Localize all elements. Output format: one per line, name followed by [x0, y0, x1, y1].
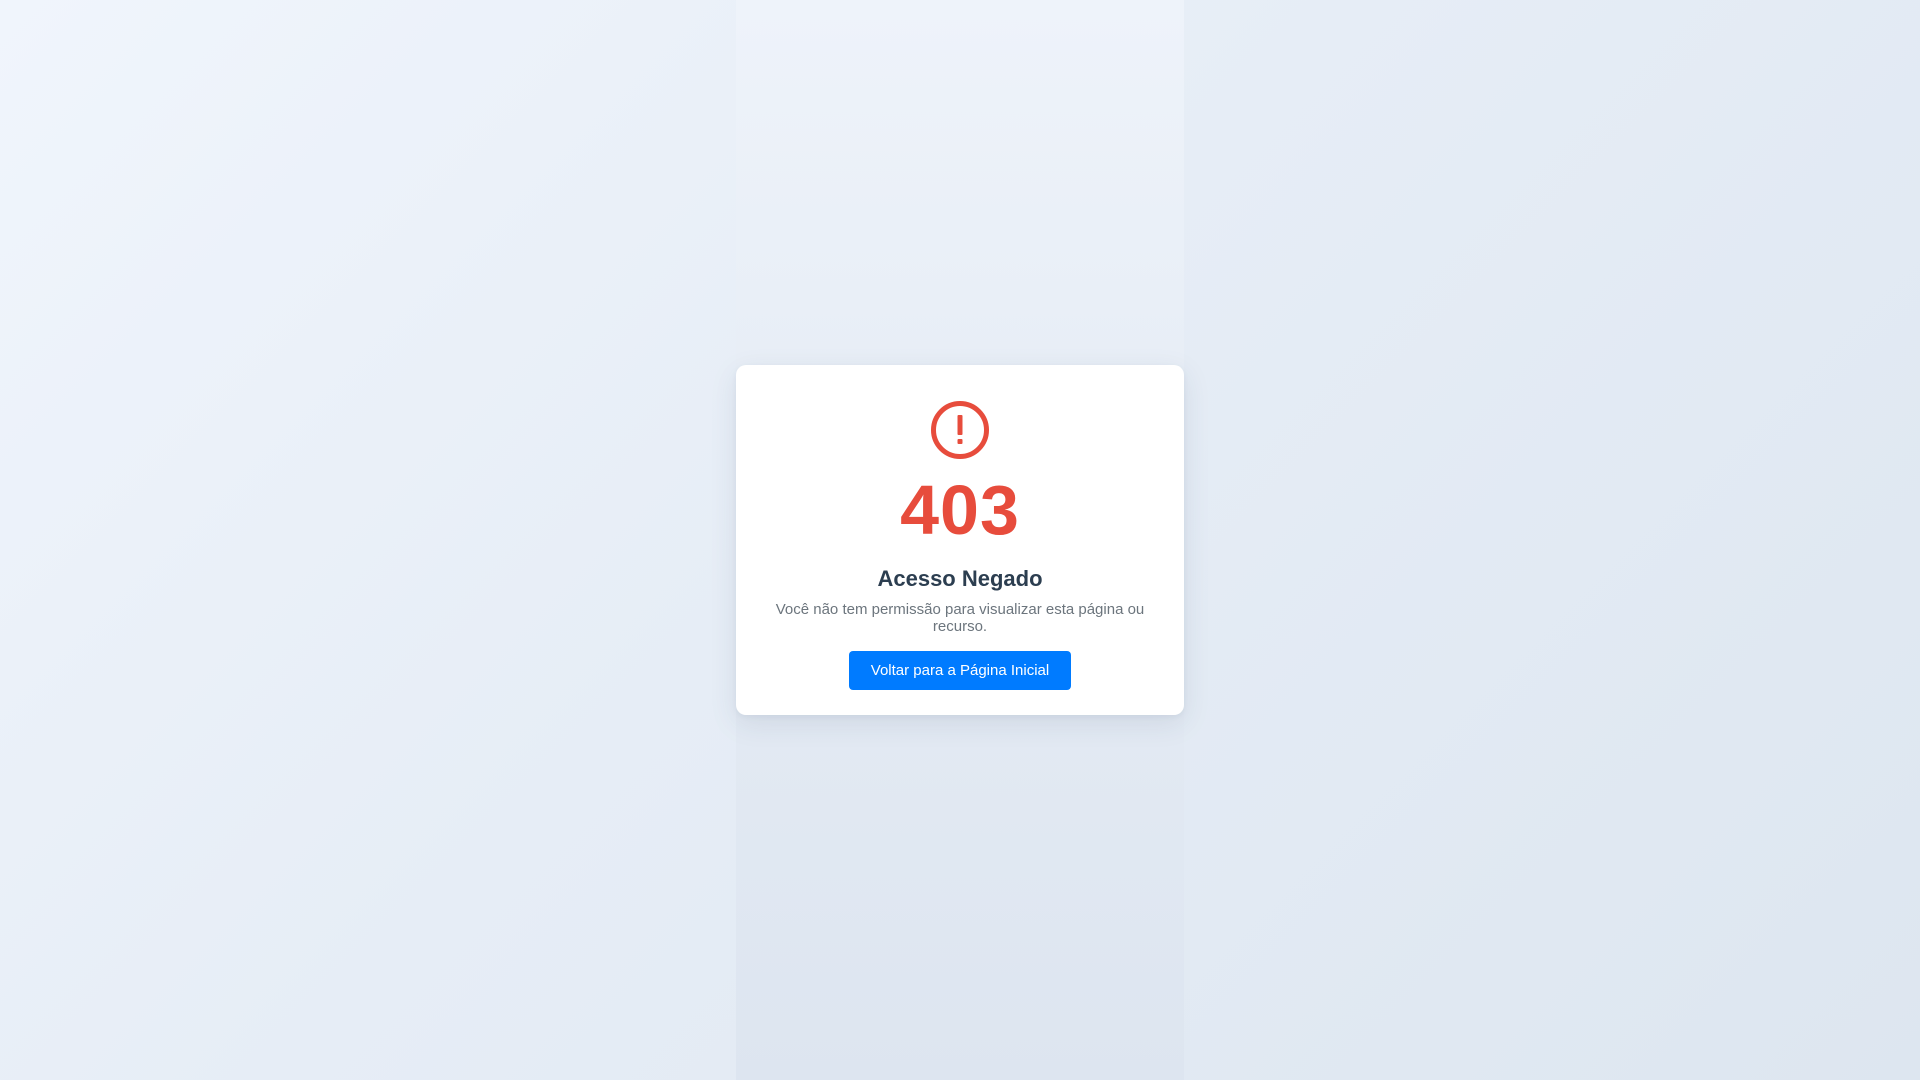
- back-to-home-button[interactable]: Voltar para a Página Inicial: [849, 651, 1071, 690]
- alert-circle-icon: [931, 401, 989, 459]
- alert-icon-bar: [957, 415, 963, 435]
- error-message: Você não tem permissão para visualizar e…: [775, 601, 1145, 635]
- alert-icon-dot: [957, 439, 963, 444]
- error-card: 403 Acesso Negado Você não tem permissão…: [736, 365, 1184, 715]
- error-title: Acesso Negado: [877, 566, 1043, 591]
- error-code: 403: [900, 471, 1020, 549]
